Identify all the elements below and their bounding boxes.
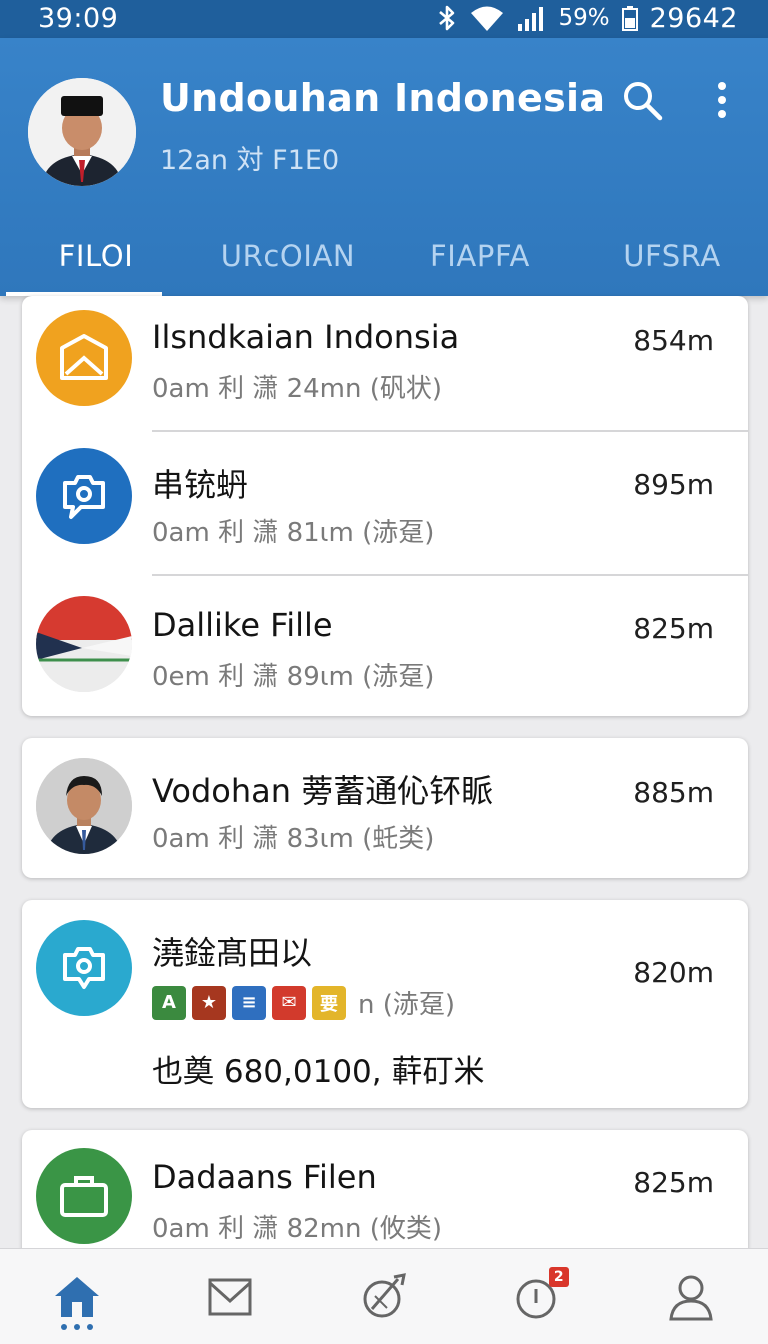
indonesia-flag-icon [36,596,132,692]
tab-ufsra[interactable]: UFSRA [576,216,768,296]
bottom-nav: 2 [0,1248,768,1344]
image-icon [36,310,132,406]
item-size: 820m [633,956,714,989]
item-title: Dadaans Filen [152,1158,377,1196]
tab-filoi[interactable]: FILOI [0,216,192,296]
status-time: 39:09 [38,3,119,34]
item-title: 串铳蚒 [152,466,249,504]
item-detail: 也奠 680,0100, 蓒矴米 [152,1054,485,1090]
item-title: Ilsndkaian Indonsia [152,318,460,356]
item-meta: 0em 利 潇 89ιm (浾趸) [152,662,435,692]
list-item[interactable]: Ilsndkaian Indonsia 0am 利 潇 24mn (矾状) 85… [22,296,748,430]
active-indicator [60,1324,93,1330]
briefcase-icon [36,1148,132,1244]
file-card[interactable]: 澆鍂髙田以 A ★ ≡ ✉ 要 n (浾趸) 也奠 680,0100, 蓒矴米 … [22,900,748,1108]
item-size: 825m [633,1166,714,1199]
app-title: Undouhan Indonesia [160,76,606,120]
signal-icon [518,7,544,31]
compass-icon [363,1272,406,1317]
list-item[interactable]: Dallike Fille 0em 利 潇 89ιm (浾趸) 825m [22,576,748,716]
envelope-icon: ✉ [272,985,306,1020]
app-subtitle: 12an 対 F1E0 [160,145,340,176]
item-meta: 0am 利 潇 81ιm (浾趸) [152,518,435,548]
list-item[interactable]: 串铳蚒 0am 利 潇 81ιm (浾趸) 895m [22,432,748,574]
item-title: 澆鍂髙田以 [152,934,313,972]
item-size: 885m [633,776,714,809]
wifi-icon [471,6,504,31]
search-icon [624,82,663,121]
item-size: 895m [633,468,714,501]
attachment-icons: A ★ ≡ ✉ 要 n (浾趸) [152,984,455,1021]
tab-urcoian[interactable]: URcOIAN [192,216,384,296]
red-a-icon: A [152,985,186,1020]
item-meta: n (浾趸) [358,990,456,1020]
nav-mail[interactable] [154,1249,308,1344]
search-button[interactable] [618,76,666,124]
battery-icon [621,6,638,31]
profile-icon [669,1275,713,1320]
status-bar: 39:09 59% 29642 [0,0,768,38]
item-meta: 0am 利 潇 83ιm (虴类) [152,824,435,854]
location-chat-icon [36,920,132,1016]
medal-icon: ★ [192,985,226,1020]
person-avatar [36,758,132,854]
chat-camera-icon [36,448,132,544]
profile-avatar[interactable] [28,78,136,186]
nav-alerts[interactable]: 2 [461,1249,615,1344]
item-size: 825m [633,612,714,645]
tab-fiapfa[interactable]: FIAPFA [384,216,576,296]
more-vert-icon [718,82,726,118]
item-title: Vodohan 蒡蓄通伈钚眽 [152,772,494,810]
nav-profile[interactable] [614,1249,768,1344]
nav-explore[interactable] [307,1249,461,1344]
file-card[interactable]: Vodohan 蒡蓄通伈钚眽 0am 利 潇 83ιm (虴类) 885m [22,738,748,878]
item-title: Dallike Fille [152,606,333,644]
app-bar: Undouhan Indonesia 12an 対 F1E0 FILOI URc… [0,38,768,296]
item-size: 854m [633,324,714,357]
tab-bar: FILOI URcOIAN FIAPFA UFSRA [0,216,768,296]
file-group-card: Ilsndkaian Indonsia 0am 利 潇 24mn (矾状) 85… [22,296,748,716]
notification-badge: 2 [548,1267,569,1287]
status-number: 29642 [649,2,738,34]
item-meta: 0am 利 潇 24mn (矾状) [152,374,443,404]
document-icon: ≡ [232,985,266,1020]
badge-icon: 要 [312,985,346,1020]
battery-percent: 59% [558,5,610,31]
nav-home[interactable] [0,1249,154,1344]
home-icon [54,1276,99,1317]
item-meta: 0am 利 潇 82mn (攸类) [152,1214,443,1244]
bluetooth-icon [439,5,455,31]
status-icons: 59% 29642 [436,2,738,34]
mail-icon [208,1278,252,1315]
more-options-button[interactable] [698,76,746,124]
